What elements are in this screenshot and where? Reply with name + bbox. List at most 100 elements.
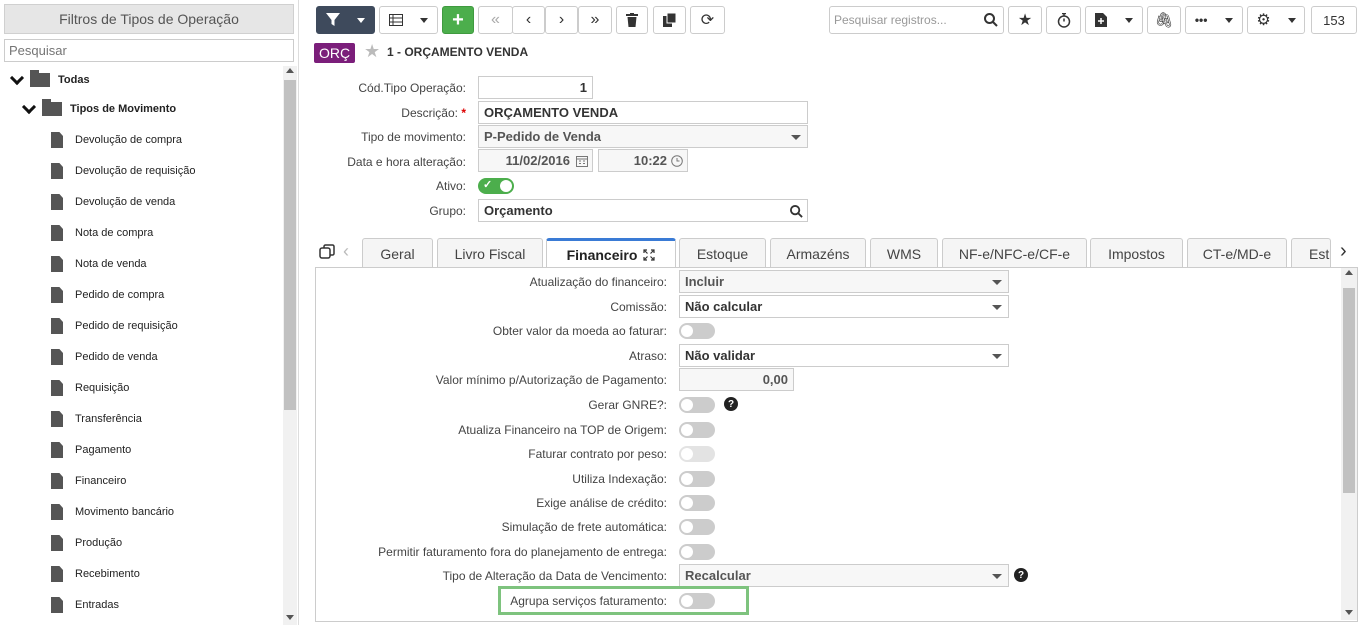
tree-item[interactable]: Financeiro [51, 467, 126, 495]
indexacao-toggle[interactable] [679, 471, 715, 487]
grid-view-button[interactable] [379, 6, 438, 34]
tree-scrollbar[interactable] [283, 66, 297, 625]
document-icon [51, 287, 63, 303]
help-icon[interactable]: ? [724, 397, 738, 411]
tree-item[interactable]: Devolução de venda [51, 188, 175, 216]
date-field[interactable]: 11/02/2016 [478, 149, 593, 172]
tree-item[interactable]: Recebimento [51, 560, 140, 588]
tab-nfe[interactable]: NF-e/NFC-e/CF-e [942, 238, 1087, 268]
data-label: Data e hora alteração: [347, 155, 466, 169]
tree-node-todas[interactable]: Todas [9, 66, 90, 94]
star-icon[interactable]: ★ [364, 41, 380, 62]
faturar-peso-toggle[interactable] [679, 446, 715, 462]
tree-item[interactable]: Pedido de venda [51, 343, 158, 371]
tab-geral[interactable]: Geral [362, 238, 433, 268]
scrollbar-thumb[interactable] [284, 80, 296, 410]
export-button[interactable] [1085, 6, 1143, 34]
first-record-button[interactable]: « [478, 6, 513, 34]
tree-item[interactable]: Movimento bancário [51, 498, 174, 526]
clock-icon[interactable] [671, 155, 683, 167]
tab-cte[interactable]: CT-e/MD-e [1187, 238, 1287, 268]
panel-scrollbar[interactable] [1341, 268, 1357, 620]
scroll-down-icon[interactable] [286, 615, 294, 620]
fora-planejamento-toggle[interactable] [679, 544, 715, 560]
ativo-toggle[interactable]: ✓ [478, 178, 514, 194]
next-record-button[interactable]: › [545, 6, 578, 34]
search-icon[interactable] [984, 13, 998, 27]
tipo-alteracao-select[interactable]: Recalcular [679, 564, 1009, 587]
clone-icon[interactable] [319, 244, 335, 260]
chevron-down-icon[interactable] [9, 70, 25, 85]
refresh-button[interactable]: ⟳ [690, 6, 725, 34]
tab-livro-fiscal[interactable]: Livro Fiscal [437, 238, 543, 268]
more-button[interactable]: ••• [1185, 6, 1243, 34]
tab-armazens[interactable]: Armazéns [770, 238, 866, 268]
tree-item-label: Recebimento [75, 568, 140, 580]
delete-button[interactable] [616, 6, 648, 34]
scrollbar-thumb[interactable] [1343, 288, 1355, 493]
document-icon [51, 318, 63, 334]
filter-button[interactable] [316, 6, 375, 34]
stopwatch-button[interactable] [1046, 6, 1081, 34]
scroll-down-icon[interactable] [1345, 610, 1353, 615]
grid-icon [388, 14, 403, 26]
filter-search-input[interactable] [4, 39, 294, 62]
valor-min-field[interactable]: 0,00 [679, 368, 794, 391]
tree-item[interactable]: Pedido de requisição [51, 312, 178, 340]
tree-item[interactable]: Devolução de requisição [51, 157, 195, 185]
tab-est[interactable]: Est [1291, 238, 1331, 268]
record-title: 1 - ORÇAMENTO VENDA [387, 45, 529, 59]
tab-estoque[interactable]: Estoque [679, 238, 766, 268]
favorite-button[interactable]: ★ [1008, 6, 1042, 34]
tree-item[interactable]: Requisição [51, 374, 129, 402]
settings-button[interactable]: ⚙ [1247, 6, 1305, 34]
gnre-toggle[interactable] [679, 397, 715, 413]
tree-item-label: Pedido de compra [75, 289, 165, 301]
tab-impostos[interactable]: Impostos [1090, 238, 1183, 268]
obter-moeda-toggle[interactable] [679, 323, 715, 339]
prev-record-button[interactable]: ‹ [512, 6, 545, 34]
last-icon: » [590, 11, 600, 28]
tree-node-tipos-movimento[interactable]: Tipos de Movimento [21, 95, 176, 123]
help-icon[interactable]: ? [1014, 568, 1028, 582]
tipo-select[interactable]: P-Pedido de Venda [478, 125, 808, 148]
tab-scroll-right-icon[interactable]: › [1340, 240, 1347, 263]
tree-item[interactable]: Pedido de compra [51, 281, 164, 309]
search-records-input[interactable]: Pesquisar registros... [829, 6, 1004, 34]
scroll-up-icon[interactable] [286, 68, 294, 73]
time-field[interactable]: 10:22 [598, 149, 688, 172]
tree-item[interactable]: Nota de venda [51, 250, 147, 278]
comissao-select[interactable]: Não calcular [679, 295, 1009, 318]
delete-icon [626, 13, 638, 27]
tree-node-label: Todas [58, 74, 90, 86]
folder-icon [42, 99, 62, 116]
calendar-icon[interactable] [576, 155, 588, 167]
search-placeholder: Pesquisar registros... [834, 13, 947, 27]
atraso-select[interactable]: Não validar [679, 344, 1009, 367]
frete-toggle[interactable] [679, 519, 715, 535]
tab-scroll-left-icon[interactable]: ‹ [343, 241, 349, 262]
search-icon[interactable] [790, 205, 803, 218]
tree-item[interactable]: Produção [51, 529, 122, 557]
analise-credito-toggle[interactable] [679, 495, 715, 511]
atualiza-top-toggle[interactable] [679, 422, 715, 438]
scroll-up-icon[interactable] [1345, 270, 1353, 275]
tab-financeiro[interactable]: Financeiro [546, 238, 676, 269]
last-record-button[interactable]: » [578, 6, 612, 34]
expand-icon[interactable] [643, 249, 655, 261]
folder-icon [30, 70, 50, 87]
chevron-down-icon[interactable] [21, 99, 37, 114]
grupo-field[interactable]: Orçamento [478, 199, 808, 222]
cod-field[interactable]: 1 [478, 76, 593, 99]
desc-field[interactable]: ORÇAMENTO VENDA [478, 101, 808, 124]
copy-button[interactable] [653, 6, 686, 34]
tree-item[interactable]: Devolução de compra [51, 126, 182, 154]
tree-item[interactable]: Entradas [51, 591, 119, 619]
tree-item[interactable]: Nota de compra [51, 219, 153, 247]
tab-wms[interactable]: WMS [870, 238, 938, 268]
tree-item[interactable]: Transferência [51, 405, 142, 433]
atualizacao-select[interactable]: Incluir [679, 270, 1009, 293]
attach-button[interactable]: 🖇 [1147, 6, 1181, 34]
add-button[interactable]: + [442, 6, 474, 34]
tree-item[interactable]: Pagamento [51, 436, 131, 464]
